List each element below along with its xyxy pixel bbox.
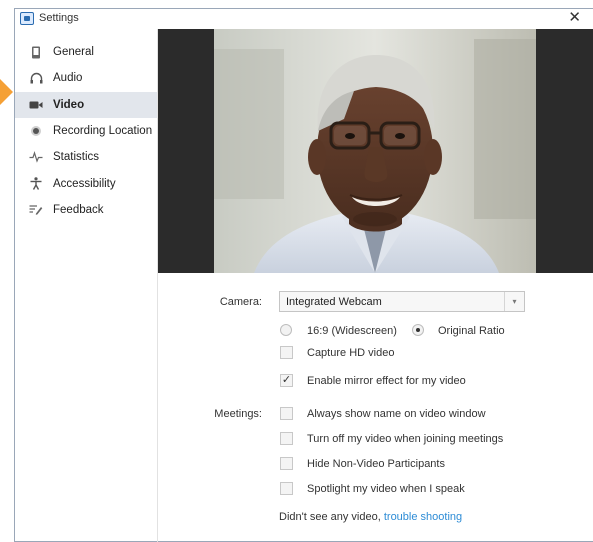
- sidebar-item-label: Video: [53, 98, 85, 111]
- show-name-label: Always show name on video window: [307, 408, 486, 420]
- feedback-icon: [29, 203, 43, 217]
- hide-non-video-checkbox[interactable]: [280, 457, 293, 470]
- window-title: Settings: [39, 12, 79, 24]
- sidebar-item-feedback[interactable]: Feedback: [15, 197, 157, 223]
- sidebar-item-label: Audio: [53, 72, 83, 85]
- chevron-down-icon: ▾: [504, 292, 524, 311]
- app-icon: [20, 12, 34, 25]
- aspect-widescreen-label: 16:9 (Widescreen): [307, 325, 397, 337]
- meetings-label: Meetings:: [214, 408, 262, 420]
- sidebar-item-statistics[interactable]: Statistics: [15, 144, 157, 170]
- sidebar-item-general[interactable]: General: [15, 39, 157, 65]
- close-button[interactable]: ✕: [568, 10, 581, 26]
- spotlight-checkbox[interactable]: [280, 482, 293, 495]
- sidebar-item-audio[interactable]: Audio: [15, 65, 157, 91]
- checkmark-icon: ✓: [281, 374, 292, 386]
- statistics-icon: [29, 150, 43, 164]
- sidebar-item-label: Accessibility: [53, 177, 116, 190]
- sidebar-item-label: Statistics: [53, 151, 100, 164]
- sidebar-item-accessibility[interactable]: Accessibility: [15, 170, 157, 196]
- show-name-checkbox[interactable]: [280, 407, 293, 420]
- sidebar-item-label: Feedback: [53, 203, 104, 216]
- record-dot-icon: [29, 124, 43, 138]
- mirror-effect-label: Enable mirror effect for my video: [307, 375, 466, 387]
- aspect-widescreen-radio[interactable]: [280, 324, 292, 336]
- camera-label: Camera:: [219, 296, 262, 308]
- video-camera-icon: [29, 98, 43, 112]
- settings-sidebar: General Audio Video Recording Location S: [15, 29, 158, 542]
- turn-off-video-checkbox[interactable]: [280, 432, 293, 445]
- turn-off-video-label: Turn off my video when joining meetings: [307, 433, 504, 445]
- phone-icon: [29, 45, 43, 59]
- spotlight-label: Spotlight my video when I speak: [307, 483, 465, 495]
- trouble-shooting-link[interactable]: trouble shooting: [384, 511, 462, 523]
- sidebar-item-label: General: [53, 46, 94, 59]
- sidebar-item-recording-location[interactable]: Recording Location: [15, 118, 157, 144]
- troubleshoot-help: Didn't see any video, trouble shooting: [279, 511, 462, 523]
- capture-hd-checkbox[interactable]: [280, 346, 293, 359]
- sidebar-item-label: Recording Location: [53, 125, 153, 138]
- camera-select[interactable]: Integrated Webcam ▾: [279, 291, 525, 312]
- sidebar-item-video[interactable]: Video: [15, 91, 157, 118]
- aspect-original-radio[interactable]: [412, 324, 424, 336]
- video-settings-panel: Camera: Integrated Webcam ▾ 16:9 (Widesc…: [158, 273, 593, 542]
- mirror-effect-checkbox[interactable]: ✓: [280, 374, 293, 387]
- capture-hd-label: Capture HD video: [307, 347, 395, 359]
- accessibility-icon: [29, 177, 43, 191]
- aspect-original-label: Original Ratio: [438, 325, 505, 337]
- hide-non-video-label: Hide Non-Video Participants: [307, 458, 445, 470]
- help-text: Didn't see any video,: [279, 511, 381, 523]
- webcam-image: [214, 29, 536, 273]
- highlight-arrow: [0, 79, 13, 105]
- title-bar: Settings ✕: [15, 9, 593, 29]
- video-preview: [158, 29, 593, 273]
- camera-select-value: Integrated Webcam: [286, 296, 382, 308]
- headphones-icon: [29, 71, 43, 85]
